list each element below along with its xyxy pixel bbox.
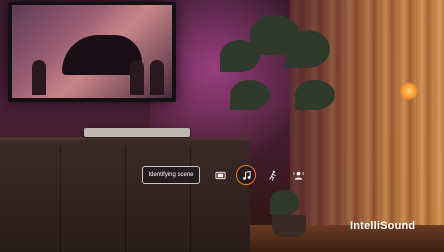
window-arch <box>150 60 164 95</box>
soundbar <box>84 128 190 137</box>
audio-waveform <box>209 111 413 147</box>
sports-mode-button[interactable] <box>262 165 282 185</box>
identifying-scene-label: Identifying scene <box>142 166 200 184</box>
plant-leaf <box>270 190 300 215</box>
brand-name: IntelliSound <box>350 220 416 232</box>
cabinet-slat <box>60 146 61 252</box>
sound-mode-selector <box>210 165 308 187</box>
music-mode-button[interactable] <box>236 165 256 185</box>
cabinet-slat <box>125 146 126 252</box>
sports-icon <box>268 170 276 181</box>
lamp-light <box>400 82 418 100</box>
tv-screen <box>12 5 172 98</box>
window-arch <box>130 60 144 95</box>
film-icon <box>214 171 226 179</box>
television <box>8 2 176 102</box>
living-room-scene <box>0 0 444 252</box>
voice-mode-button[interactable] <box>288 165 308 185</box>
cabinet-slat <box>190 146 191 252</box>
window-arch <box>32 60 46 95</box>
plant-leaf <box>230 80 270 110</box>
music-note-icon <box>242 170 251 180</box>
plant-leaf <box>295 80 335 110</box>
movie-mode-button[interactable] <box>210 165 230 185</box>
status-text: Identifying scene <box>148 172 194 178</box>
plant-leaf <box>285 30 330 68</box>
voice-icon <box>293 171 303 180</box>
plant-pot <box>272 215 306 237</box>
